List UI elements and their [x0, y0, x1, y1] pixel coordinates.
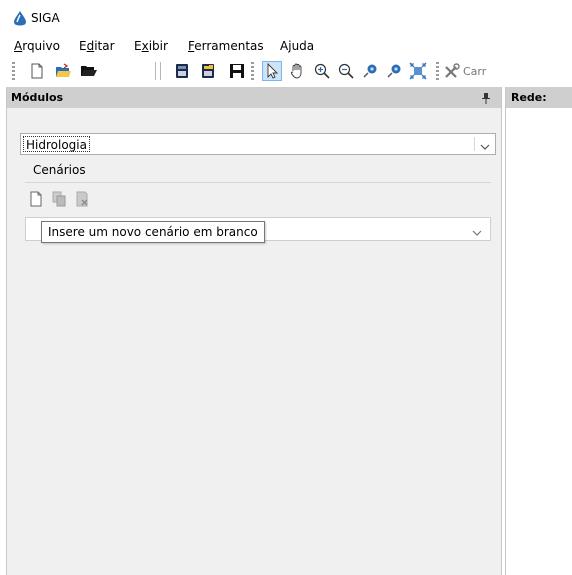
menu-ferramentas[interactable]: Ferramentas	[188, 39, 264, 53]
network-pane-title: Rede:	[511, 91, 547, 104]
copy-scenario-icon[interactable]	[50, 190, 68, 208]
module-dropdown-value: Hidrologia	[23, 136, 90, 152]
map-pin-2-icon[interactable]	[385, 62, 403, 80]
select-arrow-icon[interactable]	[262, 61, 282, 81]
zoom-in-icon[interactable]	[313, 62, 331, 80]
toolbar-separator	[155, 62, 156, 80]
open-file-icon[interactable]	[54, 62, 72, 80]
menu-label-rest: erramentas	[194, 39, 264, 53]
toolbar-grip[interactable]	[436, 62, 439, 80]
toolbar-grip[interactable]	[251, 62, 254, 80]
menu-exibir[interactable]: Exibir	[134, 39, 168, 53]
toolbar-truncated-label[interactable]: Carr	[463, 65, 486, 78]
new-scenario-tooltip: Insere um novo cenário em branco	[41, 221, 265, 243]
delete-scenario-icon[interactable]	[73, 190, 91, 208]
edit-database-icon[interactable]	[199, 62, 217, 80]
menu-label-rest: itar	[94, 39, 115, 53]
menu-editar[interactable]: Editar	[79, 39, 115, 53]
menu-label-rest: ibir	[148, 39, 168, 53]
menu-label-rest: rquivo	[22, 39, 60, 53]
network-pane: Rede:	[505, 87, 572, 575]
modules-pane-title: Módulos	[11, 91, 64, 104]
toolbar-separator	[160, 62, 161, 80]
menu-label-start: E	[134, 39, 142, 53]
dropdown-divider	[474, 137, 475, 151]
pin-icon[interactable]	[481, 92, 491, 104]
open-folder-icon[interactable]	[80, 62, 98, 80]
title-bar: SIGA	[0, 0, 572, 34]
new-file-icon[interactable]	[28, 62, 46, 80]
new-scenario-icon[interactable]	[27, 190, 45, 208]
scenarios-group-label: Cenários	[31, 163, 88, 177]
menu-mnemonic: x	[141, 39, 149, 53]
modules-pane: Módulos Hidrologia Cenários Insere um no…	[6, 87, 502, 575]
module-dropdown[interactable]: Hidrologia	[20, 133, 496, 155]
save-icon[interactable]	[228, 62, 246, 80]
menu-ajuda[interactable]: Ajuda	[280, 39, 314, 53]
chevron-down-icon[interactable]	[472, 226, 482, 236]
water-drop-icon	[12, 10, 28, 26]
database-icon[interactable]	[173, 62, 191, 80]
chevron-down-icon[interactable]	[480, 140, 490, 150]
group-divider	[25, 182, 491, 183]
menu-label-start: E	[79, 39, 87, 53]
fit-extent-icon[interactable]	[409, 62, 427, 80]
menu-label-rest: uda	[291, 39, 315, 53]
main-toolbar: Carr	[0, 56, 572, 86]
modules-pane-header: Módulos	[7, 87, 501, 108]
map-pin-icon[interactable]	[361, 62, 379, 80]
window-title: SIGA	[31, 11, 60, 25]
pan-hand-icon[interactable]	[288, 62, 306, 80]
menu-label-start: A	[280, 39, 289, 53]
menu-bar: Arquivo Editar Exibir Ferramentas Ajuda	[0, 35, 572, 55]
zoom-out-icon[interactable]	[337, 62, 355, 80]
network-pane-header: Rede:	[506, 87, 572, 108]
menu-mnemonic: A	[14, 39, 23, 53]
tools-icon[interactable]	[443, 62, 461, 80]
menu-arquivo[interactable]: Arquivo	[14, 39, 60, 53]
toolbar-grip[interactable]	[12, 62, 15, 80]
